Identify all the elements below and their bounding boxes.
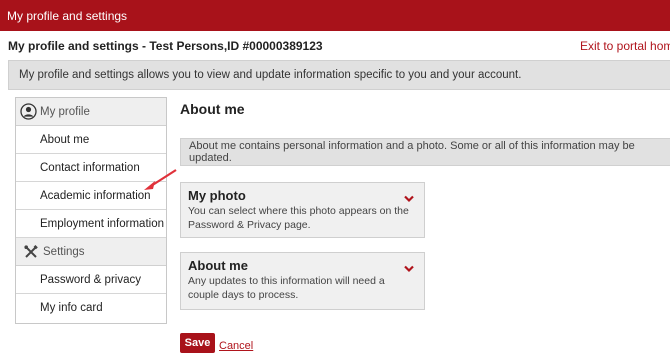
person-circle-icon [19,103,37,121]
sidebar: My profile About me Contact information … [15,97,167,324]
sidebar-item-label: Contact information [40,161,140,174]
info-text: My profile and settings allows you to vi… [19,69,522,81]
sidebar-header-label: My profile [40,105,90,118]
sidebar-item-contact-information[interactable]: Contact information [16,154,166,182]
sidebar-item-label: Academic information [40,189,151,202]
card-title: About me [188,258,248,273]
sidebar-item-password-privacy[interactable]: Password & privacy [16,266,166,294]
sidebar-item-label: Employment information [40,217,164,230]
sidebar-item-my-info-card[interactable]: My info card [16,294,166,322]
sidebar-header-settings[interactable]: Settings [16,238,166,266]
sidebar-header-my-profile[interactable]: My profile [16,98,166,126]
exit-portal-link[interactable]: Exit to portal hom [580,39,670,53]
sidebar-item-label: My info card [40,302,103,314]
page-title: My profile and settings - Test Persons,I… [8,38,323,53]
sidebar-item-label: About me [40,133,90,146]
about-me-card[interactable]: About me Any updates to this information… [180,252,425,310]
sidebar-header-label: Settings [43,245,85,258]
card-description: You can select where this photo appears … [188,205,409,231]
tools-icon [22,243,40,261]
info-bar: My profile and settings allows you to vi… [8,60,670,90]
card-description: Any updates to this information will nee… [188,275,385,301]
cancel-link[interactable]: Cancel [219,340,253,352]
sidebar-item-employment-information[interactable]: Employment information [16,210,166,238]
sidebar-item-about-me[interactable]: About me [16,126,166,154]
sidebar-item-academic-information[interactable]: Academic information [16,182,166,210]
app-title: My profile and settings [7,8,128,23]
app-title-bar: My profile and settings [0,0,670,31]
card-title: My photo [188,188,246,203]
page-header: My profile and settings - Test Persons,I… [0,31,670,60]
save-button[interactable]: Save [180,333,215,353]
about-me-banner: About me contains personal information a… [180,138,670,166]
banner-text: About me contains personal information a… [189,140,635,164]
section-title: About me [180,101,245,117]
chevron-down-icon[interactable] [404,260,414,278]
my-photo-card[interactable]: My photo You can select where this photo… [180,182,425,238]
chevron-down-icon[interactable] [404,190,414,208]
sidebar-item-label: Password & privacy [40,273,141,286]
